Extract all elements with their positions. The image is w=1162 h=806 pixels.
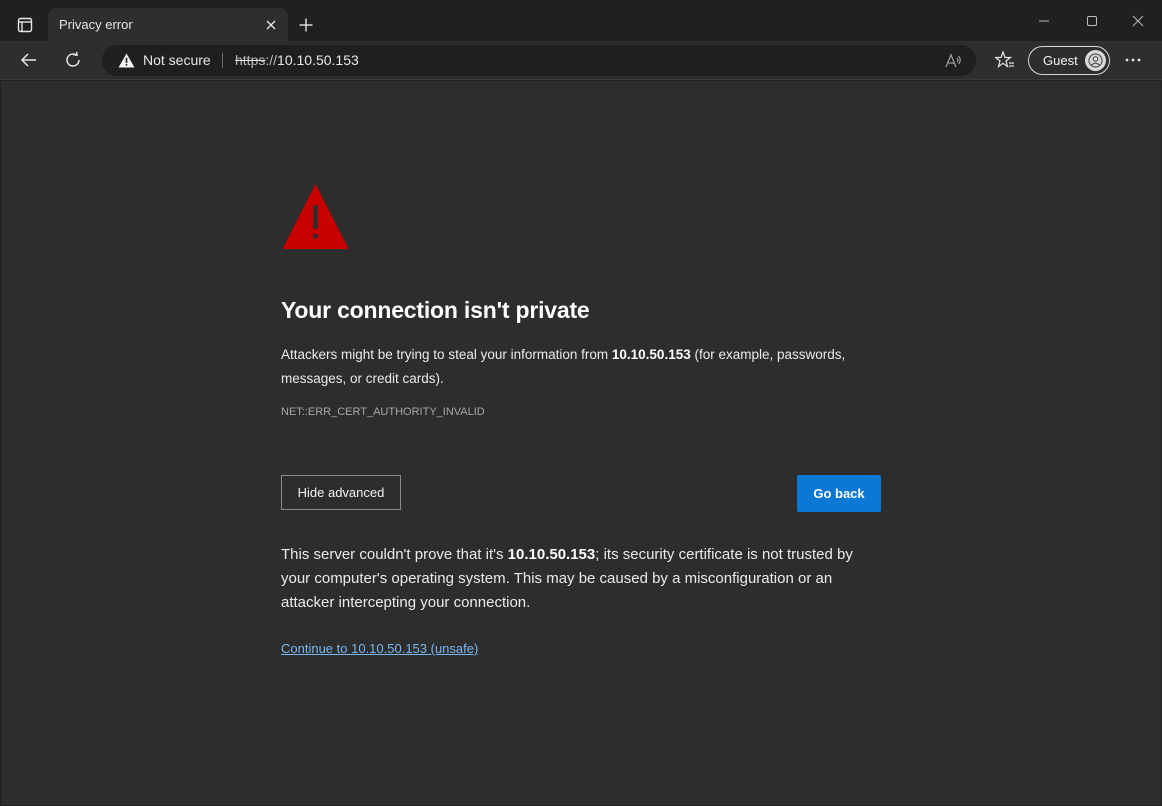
advanced-details: This server couldn't prove that it's 10.… — [281, 543, 881, 615]
address-bar[interactable]: Not secure https://10.10.50.153 — [102, 45, 976, 76]
favorites-icon[interactable] — [990, 45, 1020, 75]
url-scheme-separator: :// — [265, 52, 278, 68]
proceed-unsafe-link[interactable]: Continue to 10.10.50.153 (unsafe) — [281, 641, 478, 656]
close-icon[interactable] — [260, 14, 282, 36]
error-description: Attackers might be trying to steal your … — [281, 343, 886, 391]
url-text[interactable]: https://10.10.50.153 — [235, 52, 359, 68]
tab-privacy-error[interactable]: Privacy error — [48, 8, 288, 41]
warning-icon — [118, 53, 135, 67]
page-content: Your connection isn't private Attackers … — [1, 81, 1161, 805]
window-close-icon[interactable] — [1118, 6, 1158, 36]
tab-title: Privacy error — [59, 17, 133, 32]
page-title: Your connection isn't private — [281, 297, 590, 323]
warning-triangle-icon — [282, 184, 349, 249]
read-aloud-icon[interactable] — [943, 51, 963, 71]
url-host: 10.10.50.153 — [277, 52, 359, 68]
hide-advanced-button[interactable]: Hide advanced — [281, 475, 401, 510]
security-label: Not secure — [143, 52, 211, 68]
guest-profile-button[interactable]: Guest — [1028, 46, 1110, 75]
more-icon[interactable] — [1118, 45, 1148, 75]
go-back-button[interactable]: Go back — [797, 475, 881, 512]
minimize-icon[interactable] — [1024, 6, 1064, 36]
maximize-icon[interactable] — [1072, 6, 1112, 36]
tab-actions-icon[interactable] — [8, 8, 42, 42]
tab-strip: Privacy error — [0, 0, 1162, 41]
advanced-details-text: This server couldn't prove that it's — [281, 546, 508, 563]
security-indicator[interactable]: Not secure — [118, 52, 211, 68]
url-scheme: https — [235, 52, 266, 68]
address-separator — [222, 53, 223, 68]
error-description-text: Attackers might be trying to steal your … — [281, 347, 612, 362]
reload-icon[interactable] — [58, 45, 88, 75]
advanced-details-host: 10.10.50.153 — [507, 546, 596, 563]
browser-toolbar: Not secure https://10.10.50.153 Guest — [0, 41, 1162, 80]
plus-icon[interactable] — [293, 12, 319, 38]
error-description-host: 10.10.50.153 — [611, 347, 691, 362]
guest-label: Guest — [1043, 53, 1078, 68]
guest-avatar-icon — [1085, 50, 1106, 71]
back-arrow-icon[interactable] — [14, 45, 44, 75]
error-code: NET::ERR_CERT_AUTHORITY_INVALID — [281, 406, 485, 418]
